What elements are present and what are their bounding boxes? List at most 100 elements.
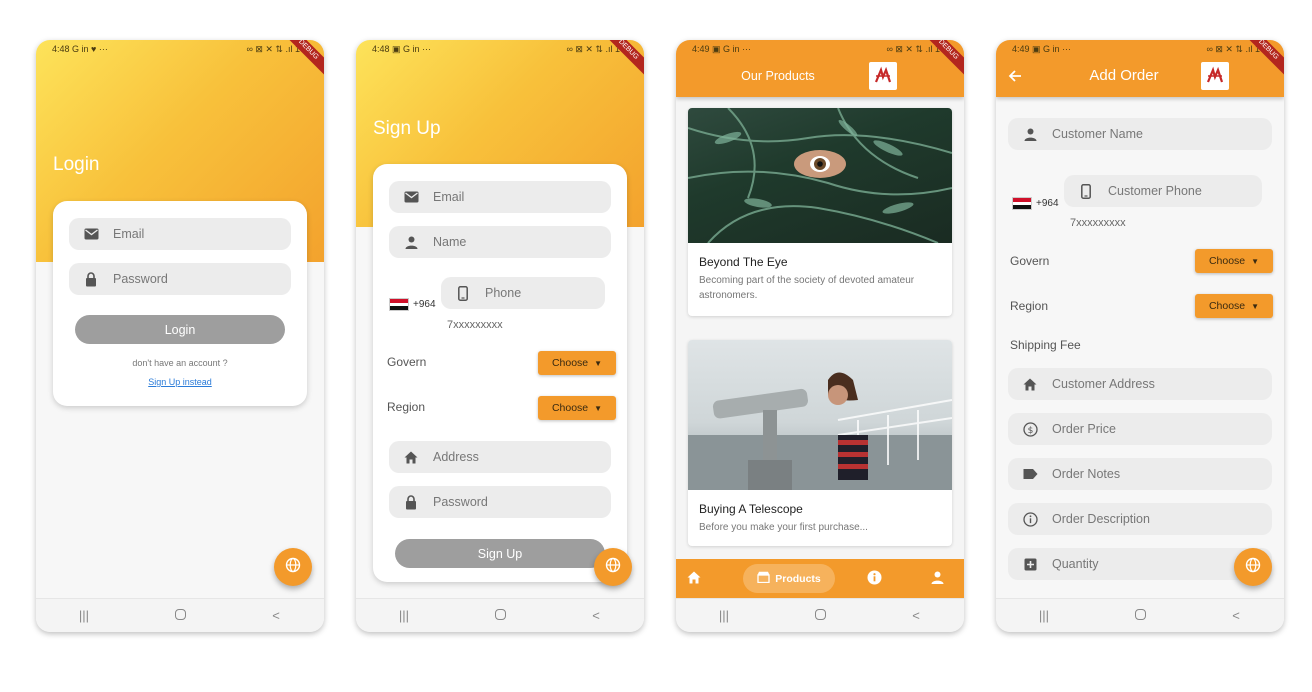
add-box-icon xyxy=(1008,558,1052,571)
country-code-picker[interactable]: +964 xyxy=(1012,197,1059,210)
iraq-flag-icon xyxy=(389,298,409,311)
password-placeholder: Password xyxy=(113,272,168,286)
product-title: Beyond The Eye xyxy=(699,255,788,269)
status-time: 4:48 xyxy=(372,44,390,54)
bottom-nav: Products xyxy=(676,559,964,598)
nav-home-icon[interactable] xyxy=(687,571,701,589)
login-card: Email Password Login don't have an accou… xyxy=(53,201,307,406)
shipping-fee-label: Shipping Fee xyxy=(1010,338,1081,352)
caret-down-icon: ▼ xyxy=(594,358,603,368)
person-icon xyxy=(1008,128,1052,141)
password-field[interactable]: Password xyxy=(389,486,611,518)
region-dropdown[interactable]: Choose ▼ xyxy=(1195,294,1273,318)
page-title: Our Products xyxy=(741,69,815,83)
status-left-icons: G in ♥ ··· xyxy=(72,44,108,54)
email-field[interactable]: Email xyxy=(69,218,291,250)
login-screen: 4:48 G in ♥ ··· ∞ ⊠ ✕ ⇅ .ıl 100 DEBUG Lo… xyxy=(36,40,324,632)
nav-info-icon[interactable] xyxy=(867,570,882,590)
recents-icon[interactable]: ||| xyxy=(384,608,424,623)
recents-icon[interactable]: ||| xyxy=(704,608,744,623)
password-placeholder: Password xyxy=(433,495,488,509)
status-bar: 4:49 ▣ G in ··· ∞ ⊠ ✕ ⇅ .ıl 100 xyxy=(676,40,964,57)
back-icon[interactable]: < xyxy=(1216,608,1256,623)
name-field[interactable]: Name xyxy=(389,226,611,258)
address-placeholder: Address xyxy=(433,450,479,464)
system-nav-bar: ||| < xyxy=(996,598,1284,632)
product-title: Buying A Telescope xyxy=(699,502,803,516)
order-description-field[interactable]: Order Description xyxy=(1008,503,1272,535)
recents-icon[interactable]: ||| xyxy=(1024,608,1064,623)
email-field[interactable]: Email xyxy=(389,181,611,213)
nav-profile-icon[interactable] xyxy=(931,571,944,589)
govern-dropdown[interactable]: Choose ▼ xyxy=(1195,249,1273,273)
order-price-placeholder: Order Price xyxy=(1052,422,1116,436)
home-icon[interactable] xyxy=(800,608,840,623)
quantity-field[interactable]: Quantity xyxy=(1008,548,1272,580)
iraq-flag-icon xyxy=(1012,197,1032,210)
country-code: +964 xyxy=(1036,198,1059,209)
no-account-text: don't have an account ? xyxy=(132,358,228,368)
phone-field[interactable]: Phone xyxy=(441,277,605,309)
nav-products-tab[interactable]: Products xyxy=(743,564,835,593)
signup-link[interactable]: Sign Up instead xyxy=(53,377,307,387)
product-description: Becoming part of the society of devoted … xyxy=(699,275,915,301)
back-icon[interactable]: < xyxy=(576,608,616,623)
add-order-screen: 4:49 ▣ G in ··· ∞ ⊠ ✕ ⇅ .ıl 100 DEBUG Ad… xyxy=(996,40,1284,632)
home-icon[interactable] xyxy=(1120,608,1160,623)
region-dropdown[interactable]: Choose ▼ xyxy=(538,396,616,420)
region-label: Region xyxy=(387,400,426,414)
customer-address-placeholder: Customer Address xyxy=(1052,377,1155,391)
caret-down-icon: ▼ xyxy=(1251,301,1260,311)
name-placeholder: Name xyxy=(433,235,467,249)
order-price-field[interactable]: $ Order Price xyxy=(1008,413,1272,445)
product-image-fern-eye xyxy=(688,108,952,243)
signup-button[interactable]: Sign Up xyxy=(395,539,605,568)
product-image-telescope xyxy=(688,340,952,490)
globe-icon xyxy=(605,557,621,578)
mail-icon xyxy=(69,228,113,240)
home-icon[interactable] xyxy=(160,608,200,623)
dollar-icon: $ xyxy=(1008,421,1052,437)
language-fab[interactable] xyxy=(1234,548,1272,586)
customer-name-placeholder: Customer Name xyxy=(1052,127,1143,141)
login-button[interactable]: Login xyxy=(75,315,285,344)
password-field[interactable]: Password xyxy=(69,263,291,295)
lock-icon xyxy=(69,271,113,287)
product-card[interactable]: Buying A Telescope Before you make your … xyxy=(688,340,952,546)
system-nav-bar: ||| < xyxy=(676,598,964,632)
label-icon xyxy=(1008,468,1052,480)
app-bar: Add Order xyxy=(996,57,1284,97)
country-code-picker[interactable]: +964 xyxy=(389,298,436,311)
status-bar: 4:48 G in ♥ ··· ∞ ⊠ ✕ ⇅ .ıl 100 xyxy=(36,40,324,57)
recents-icon[interactable]: ||| xyxy=(64,608,104,623)
phone-placeholder: Phone xyxy=(485,286,522,300)
person-icon xyxy=(389,236,433,249)
status-time: 4:49 xyxy=(692,44,710,54)
back-icon[interactable]: < xyxy=(896,608,936,623)
govern-label: Govern xyxy=(1010,254,1050,268)
language-fab[interactable] xyxy=(274,548,312,586)
customer-address-field[interactable]: Customer Address xyxy=(1008,368,1272,400)
svg-text:$: $ xyxy=(1027,426,1033,436)
page-title: Sign Up xyxy=(373,118,441,139)
nav-products-label: Products xyxy=(775,572,821,585)
email-placeholder: Email xyxy=(433,190,465,204)
system-nav-bar: ||| < xyxy=(356,598,644,632)
product-card[interactable]: Beyond The Eye Becoming part of the soci… xyxy=(688,108,952,316)
customer-phone-field[interactable]: Customer Phone xyxy=(1064,175,1262,207)
govern-dropdown[interactable]: Choose ▼ xyxy=(538,351,616,375)
email-placeholder: Email xyxy=(113,227,145,241)
customer-name-field[interactable]: Customer Name xyxy=(1008,118,1272,150)
mail-icon xyxy=(389,191,433,203)
product-description: Before you make your first purchase... xyxy=(699,522,868,533)
login-button-label: Login xyxy=(164,322,196,337)
language-fab[interactable] xyxy=(594,548,632,586)
status-left-icons: ▣ G in ··· xyxy=(392,44,432,54)
products-screen: 4:49 ▣ G in ··· ∞ ⊠ ✕ ⇅ .ıl 100 DEBUG Ou… xyxy=(676,40,964,632)
address-field[interactable]: Address xyxy=(389,441,611,473)
home-icon[interactable] xyxy=(480,608,520,623)
order-notes-placeholder: Order Notes xyxy=(1052,467,1121,481)
back-icon[interactable]: < xyxy=(256,608,296,623)
signup-card: Email Name +964 Phone 7xxxxxxxxx Govern … xyxy=(373,164,627,582)
order-notes-field[interactable]: Order Notes xyxy=(1008,458,1272,490)
